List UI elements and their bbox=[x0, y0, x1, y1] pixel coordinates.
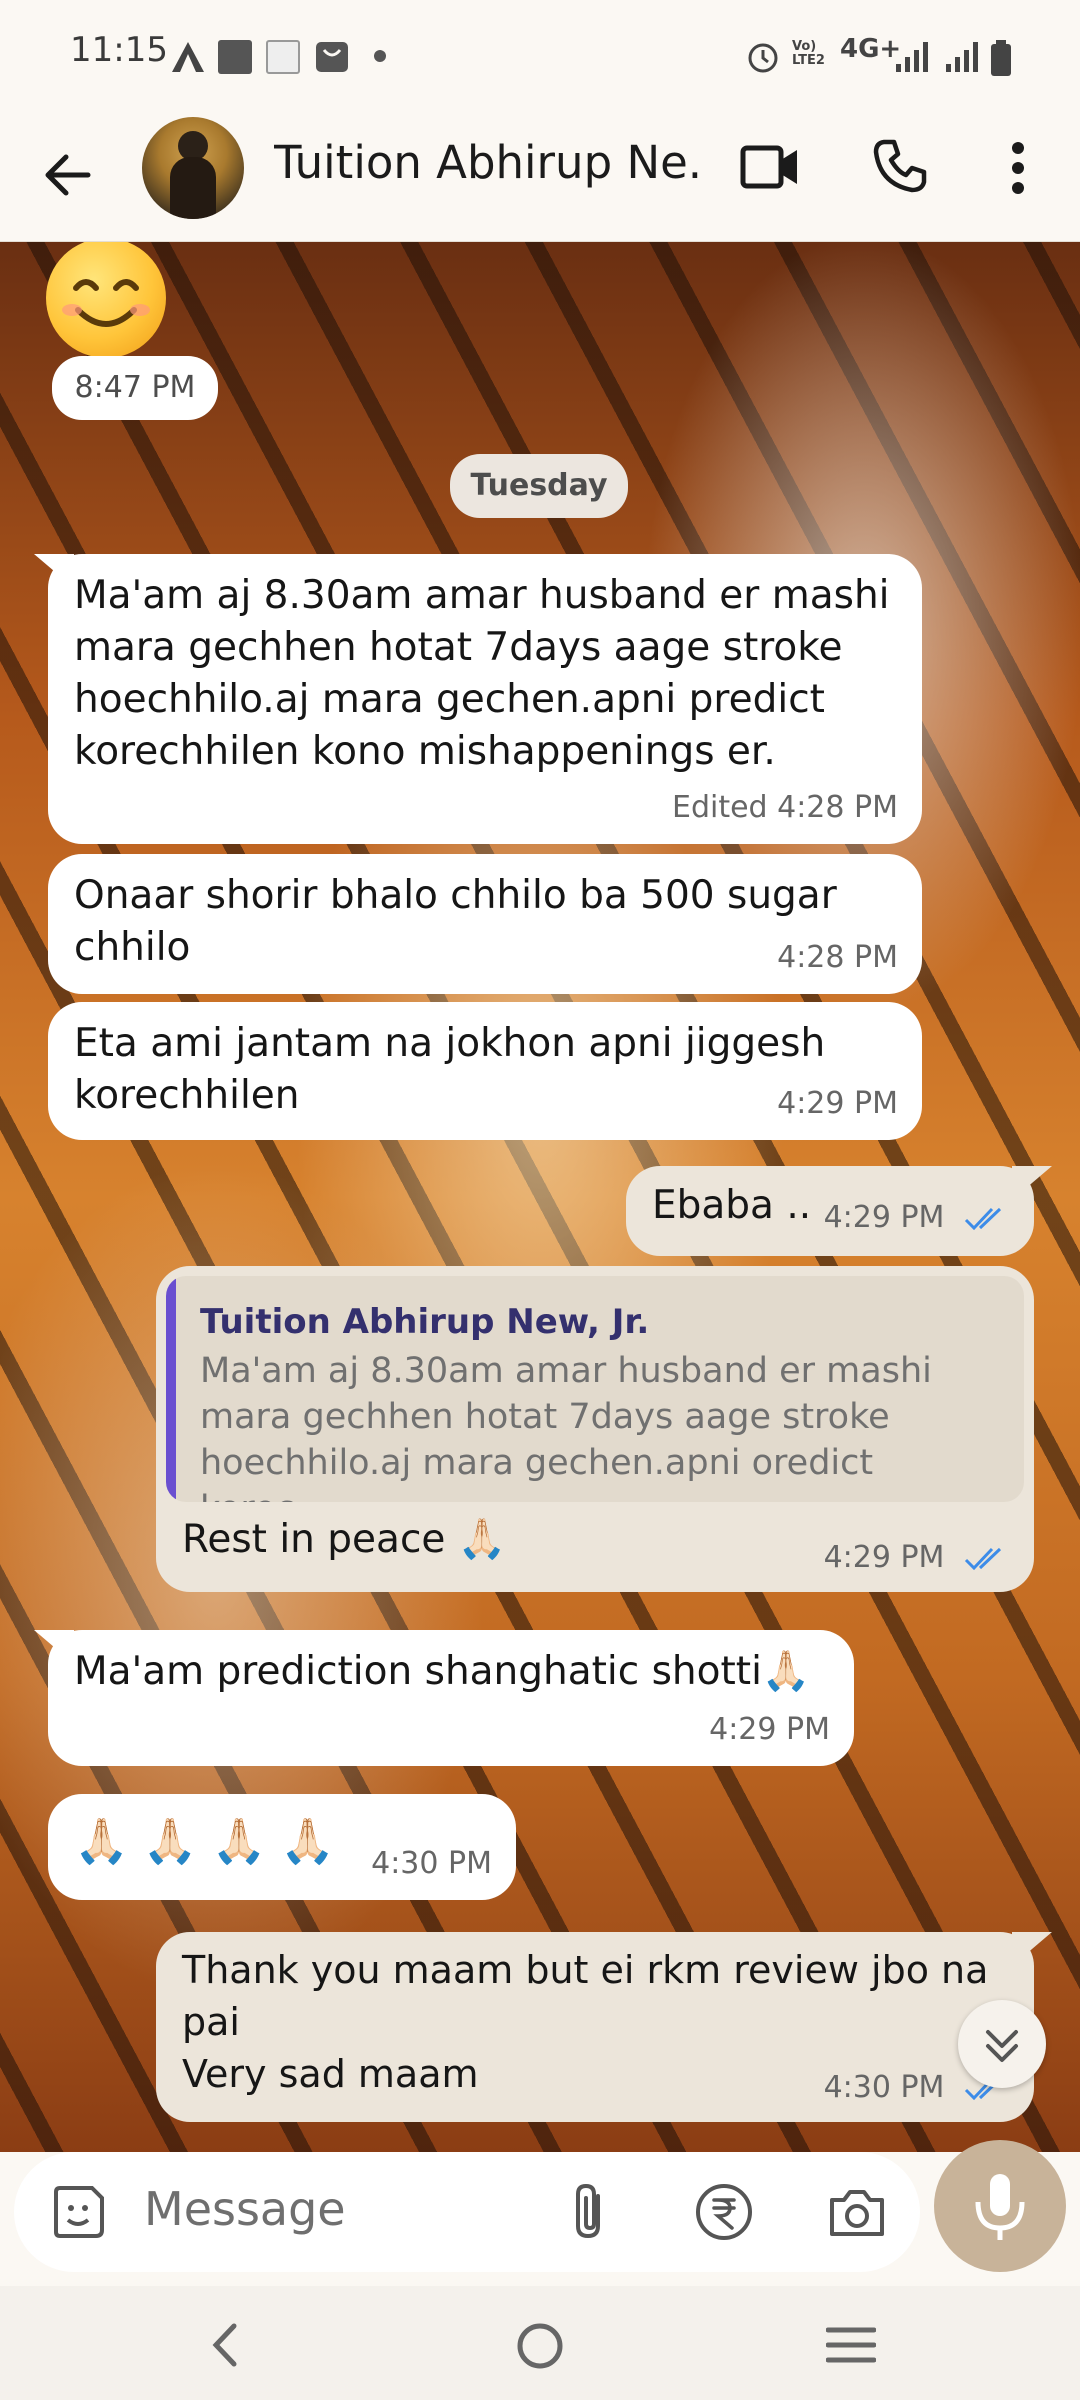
status-bar: 11:15 Vo) LTE2 4G+ bbox=[0, 0, 1080, 112]
quoted-sender: Tuition Abhirup New, Jr. bbox=[200, 1302, 650, 1342]
chat-header: Tuition Abhirup Ne... bbox=[0, 112, 1080, 242]
incoming-message[interactable]: Ma'am aj 8.30am amar husband er mashi ma… bbox=[48, 554, 922, 844]
smiling-face-icon bbox=[62, 279, 150, 327]
incoming-message[interactable]: 🙏🏻 🙏🏻 🙏🏻 🙏🏻 4:30 PM bbox=[48, 1794, 516, 1900]
news-icon bbox=[266, 40, 300, 74]
message-meta: 4:30 PM bbox=[371, 1846, 492, 1881]
message-meta: Edited 4:28 PM bbox=[671, 790, 898, 825]
message-meta: 4:29 PM bbox=[777, 1086, 898, 1121]
double-check-icon bbox=[964, 1547, 1002, 1570]
square-icon bbox=[218, 40, 252, 74]
nav-recents-icon[interactable] bbox=[826, 2320, 876, 2370]
bag-icon bbox=[316, 42, 348, 72]
smiling-face-sticker[interactable] bbox=[46, 242, 166, 358]
text-a-icon bbox=[172, 42, 204, 72]
message-text: Eta ami jantam na jokhon apni jiggesh ko… bbox=[74, 1021, 826, 1118]
alarm-icon bbox=[748, 43, 778, 73]
message-meta: 4:28 PM bbox=[777, 940, 898, 975]
back-arrow-icon[interactable] bbox=[38, 140, 98, 210]
video-call-icon[interactable] bbox=[740, 142, 800, 192]
battery-icon bbox=[991, 40, 1011, 76]
outgoing-reply-message[interactable]: Tuition Abhirup New, Jr. Ma'am aj 8.30am… bbox=[156, 1266, 1034, 1592]
double-chevron-down-icon bbox=[986, 2030, 1018, 2062]
signal-icon bbox=[946, 42, 978, 72]
incoming-message[interactable]: Ma'am prediction shanghatic shotti🙏🏻 4:2… bbox=[48, 1630, 854, 1766]
nav-home-icon[interactable] bbox=[514, 2320, 566, 2372]
quote-bar bbox=[166, 1276, 176, 1502]
dot-icon bbox=[374, 50, 386, 62]
contact-name[interactable]: Tuition Abhirup Ne... bbox=[274, 136, 704, 189]
system-nav-bar bbox=[0, 2286, 1080, 2400]
sticker-icon[interactable] bbox=[48, 2182, 108, 2242]
message-text: Onaar shorir bhalo chhilo ba 500 sugar c… bbox=[74, 873, 837, 970]
message-text: Ma'am aj 8.30am amar husband er mashi ma… bbox=[74, 573, 890, 774]
message-meta: 4:29 PM bbox=[709, 1712, 830, 1747]
message-meta: 4:29 PM bbox=[823, 1200, 945, 1235]
more-vert-icon[interactable] bbox=[1008, 140, 1028, 196]
mic-icon bbox=[975, 2174, 1025, 2240]
signal-icon bbox=[896, 42, 928, 72]
sticker-time: 8:47 PM bbox=[52, 356, 218, 420]
volte-label: Vo) LTE2 bbox=[792, 39, 825, 68]
chat-area[interactable]: 8:47 PM Tuesday Ma'am aj 8.30am amar hus… bbox=[0, 242, 1080, 2152]
day-separator: Tuesday bbox=[450, 454, 628, 518]
quoted-message[interactable]: Tuition Abhirup New, Jr. Ma'am aj 8.30am… bbox=[166, 1276, 1024, 1502]
double-check-icon bbox=[964, 1207, 1002, 1230]
incoming-message[interactable]: Onaar shorir bhalo chhilo ba 500 sugar c… bbox=[48, 854, 922, 994]
scroll-to-bottom-button[interactable] bbox=[958, 2000, 1046, 2088]
rupee-icon[interactable] bbox=[694, 2182, 754, 2242]
status-time: 11:15 bbox=[70, 30, 168, 70]
attach-icon[interactable] bbox=[568, 2182, 612, 2242]
phone-icon[interactable] bbox=[872, 138, 928, 194]
message-text: Ma'am prediction shanghatic shotti🙏🏻 bbox=[74, 1649, 811, 1694]
network-type: 4G+ bbox=[840, 34, 902, 64]
quoted-text: Ma'am aj 8.30am amar husband er mashi ma… bbox=[200, 1351, 932, 1502]
avatar[interactable] bbox=[142, 117, 244, 219]
camera-icon[interactable] bbox=[826, 2182, 888, 2242]
nav-back-icon[interactable] bbox=[206, 2320, 246, 2370]
outgoing-message[interactable]: Ebaba .. 4:29 PM bbox=[626, 1166, 1034, 1256]
incoming-message[interactable]: Eta ami jantam na jokhon apni jiggesh ko… bbox=[48, 1002, 922, 1140]
mic-button[interactable] bbox=[934, 2140, 1066, 2272]
message-input-bar: Message bbox=[14, 2152, 920, 2272]
message-meta: 4:30 PM bbox=[823, 2070, 945, 2105]
message-meta: 4:29 PM bbox=[823, 1540, 945, 1575]
outgoing-message[interactable]: Thank you maam but ei rkm review jbo na … bbox=[156, 1932, 1034, 2122]
message-input[interactable]: Message bbox=[144, 2182, 346, 2236]
